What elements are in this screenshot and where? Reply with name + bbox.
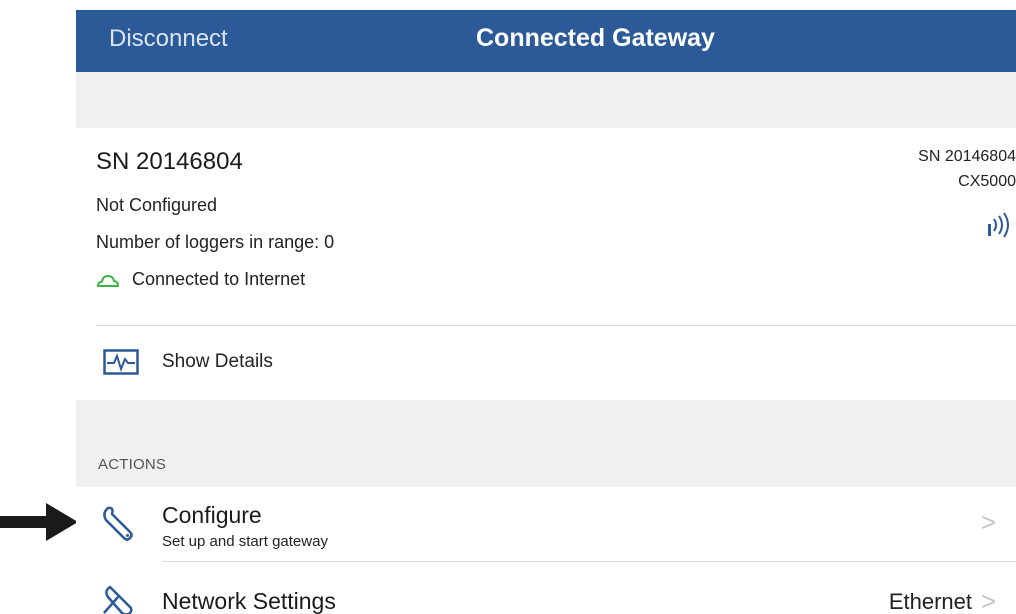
chevron-right-icon: > <box>980 586 996 614</box>
status-strip <box>76 0 1016 10</box>
page-title: Connected Gateway <box>476 24 715 52</box>
network-settings-value: Ethernet <box>888 589 972 614</box>
disconnect-button[interactable]: Disconnect <box>109 25 228 53</box>
wireless-signal-icon <box>986 212 1016 243</box>
configure-row[interactable]: Configure Set up and start gateway > <box>76 487 1016 561</box>
spacer <box>76 72 1016 128</box>
app-screen: Disconnect Connected Gateway SN 20146804… <box>76 0 1016 614</box>
arrow-right-icon <box>0 503 78 546</box>
navigation-bar: Disconnect Connected Gateway <box>76 10 1016 72</box>
internet-status-row: Connected to Internet <box>96 269 305 290</box>
screenshot-canvas: Disconnect Connected Gateway SN 20146804… <box>0 0 1016 614</box>
activity-monitor-icon <box>103 349 139 380</box>
internet-status-text: Connected to Internet <box>132 269 306 289</box>
gateway-serial-title: SN 20146804 <box>96 148 243 175</box>
config-status: Not Configured <box>96 195 218 215</box>
cloud-icon <box>97 274 119 287</box>
loggers-in-range: Number of loggers in range: 0 <box>96 232 335 252</box>
configure-subtitle: Set up and start gateway <box>162 533 328 550</box>
show-details-label: Show Details <box>162 351 273 372</box>
wrench-icon <box>100 504 136 547</box>
gateway-card: SN 20146804 Not Configured Number of log… <box>76 128 1016 400</box>
gateway-serial-small: SN 20146804 <box>918 148 1016 165</box>
actions-section-header: ACTIONS <box>98 456 167 473</box>
actions-list: Configure Set up and start gateway > Net… <box>76 487 1016 614</box>
network-tools-icon <box>100 583 136 614</box>
network-settings-title: Network Settings <box>162 588 336 614</box>
network-settings-row[interactable]: Network Settings Ethernet > <box>76 562 1016 614</box>
configure-title: Configure <box>162 502 262 528</box>
gateway-model: CX5000 <box>958 173 1016 190</box>
chevron-right-icon: > <box>980 507 996 537</box>
show-details-row[interactable]: Show Details <box>76 326 1016 400</box>
